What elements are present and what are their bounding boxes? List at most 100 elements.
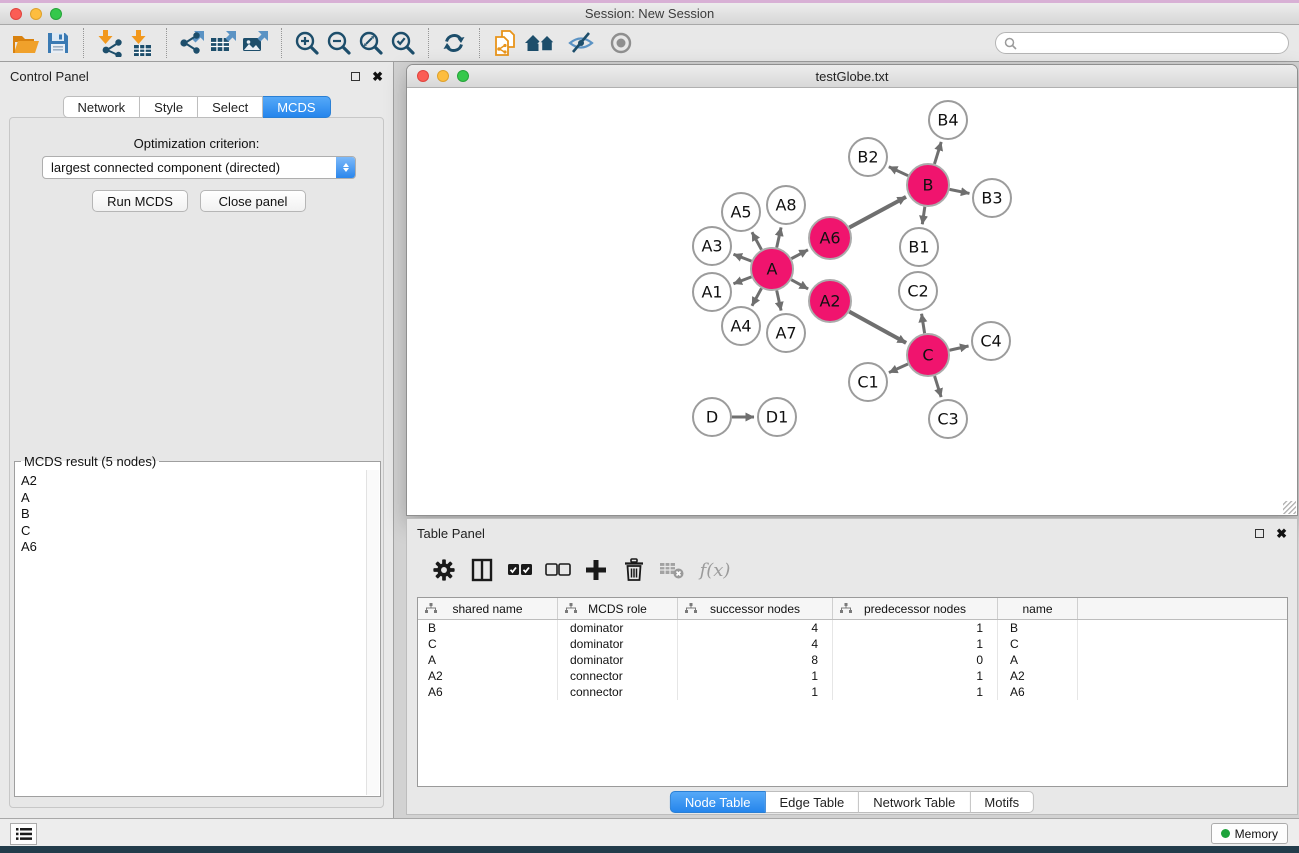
tab-select[interactable]: Select: [198, 96, 263, 118]
graph-node[interactable]: B3: [973, 179, 1011, 217]
clone-network-button[interactable]: [489, 28, 521, 58]
mcds-result-item[interactable]: A6: [21, 539, 380, 556]
table-cell[interactable]: A: [998, 652, 1078, 668]
search-field[interactable]: [995, 32, 1289, 54]
graph-edge[interactable]: [849, 197, 906, 228]
table-cell[interactable]: C: [418, 636, 558, 652]
graph-node[interactable]: A7: [767, 314, 805, 352]
graph-edge[interactable]: [849, 312, 906, 343]
select-all-columns-button[interactable]: [501, 553, 539, 587]
graph-edge[interactable]: [791, 250, 808, 259]
table-cell[interactable]: 1: [833, 620, 998, 636]
zoom-in-button[interactable]: [291, 28, 323, 58]
graph-node[interactable]: A8: [767, 186, 805, 224]
close-table-panel-icon[interactable]: ✖: [1276, 527, 1287, 540]
graph-edge[interactable]: [777, 290, 781, 310]
graph-edge[interactable]: [889, 167, 908, 176]
graph-edge[interactable]: [777, 227, 781, 247]
table-cell[interactable]: B: [418, 620, 558, 636]
hide-panels-button[interactable]: [561, 28, 601, 58]
table-cell[interactable]: dominator: [558, 620, 678, 636]
function-builder-button[interactable]: f(x): [691, 553, 739, 587]
table-cell[interactable]: 4: [678, 620, 833, 636]
tab-motifs[interactable]: Motifs: [970, 791, 1034, 813]
column-header-shared-name[interactable]: shared name: [418, 598, 558, 619]
graph-edge[interactable]: [889, 364, 908, 373]
import-network-button[interactable]: [93, 28, 125, 58]
table-cell[interactable]: dominator: [558, 636, 678, 652]
graph-edge[interactable]: [934, 142, 941, 164]
task-history-button[interactable]: [10, 823, 37, 845]
graph-node[interactable]: B1: [900, 228, 938, 266]
table-cell[interactable]: A6: [998, 684, 1078, 700]
graph-edge[interactable]: [752, 232, 762, 249]
close-panel-button[interactable]: Close panel: [200, 190, 306, 212]
graph-node[interactable]: A1: [693, 273, 731, 311]
memory-button[interactable]: Memory: [1211, 823, 1288, 844]
delete-table-button[interactable]: [653, 553, 691, 587]
zoom-out-button[interactable]: [323, 28, 355, 58]
graph-node[interactable]: C3: [929, 400, 967, 438]
zoom-fit-button[interactable]: [355, 28, 387, 58]
table-cell[interactable]: 1: [678, 668, 833, 684]
table-row[interactable]: A6connector11A6: [418, 684, 1287, 700]
network-canvas[interactable]: B4B2BB3A5A8A6A3AB1A1A2C2A4A7C4CC1DD1C3: [407, 88, 1297, 515]
tab-style[interactable]: Style: [140, 96, 198, 118]
tab-network[interactable]: Network: [62, 96, 140, 118]
graph-node[interactable]: A3: [693, 227, 731, 265]
float-table-panel-icon[interactable]: [1255, 529, 1264, 538]
table-cell[interactable]: A6: [418, 684, 558, 700]
graph-node[interactable]: C1: [849, 363, 887, 401]
open-session-button[interactable]: [10, 28, 42, 58]
float-panel-icon[interactable]: [351, 72, 360, 81]
graph-node[interactable]: D: [693, 398, 731, 436]
optimization-select[interactable]: largest connected component (directed): [42, 156, 356, 179]
table-cell[interactable]: 1: [833, 668, 998, 684]
column-header-predecessor-nodes[interactable]: predecessor nodes: [833, 598, 998, 619]
export-table-button[interactable]: [208, 28, 240, 58]
mcds-result-item[interactable]: B: [21, 506, 380, 523]
import-table-button[interactable]: [125, 28, 157, 58]
graph-node[interactable]: C4: [972, 322, 1010, 360]
search-input[interactable]: [1022, 36, 1280, 50]
table-cell[interactable]: 8: [678, 652, 833, 668]
table-cell[interactable]: connector: [558, 668, 678, 684]
graph-node[interactable]: C: [907, 334, 949, 376]
table-cell[interactable]: connector: [558, 684, 678, 700]
tab-network-table[interactable]: Network Table: [859, 791, 970, 813]
graph-node[interactable]: A: [751, 248, 793, 290]
graph-node[interactable]: D1: [758, 398, 796, 436]
table-cell[interactable]: C: [998, 636, 1078, 652]
graph-node[interactable]: B2: [849, 138, 887, 176]
create-column-button[interactable]: [577, 553, 615, 587]
mcds-result-item[interactable]: A: [21, 490, 380, 507]
graph-node[interactable]: C2: [899, 272, 937, 310]
table-cell[interactable]: A2: [418, 668, 558, 684]
home-button[interactable]: [521, 28, 561, 58]
refresh-view-button[interactable]: [438, 28, 470, 58]
mcds-result-scrollbar[interactable]: [366, 470, 379, 795]
deselect-all-columns-button[interactable]: [539, 553, 577, 587]
graph-node[interactable]: B4: [929, 101, 967, 139]
tab-node-table[interactable]: Node Table: [670, 791, 766, 813]
network-window-titlebar[interactable]: testGlobe.txt: [407, 65, 1297, 88]
table-cell[interactable]: 4: [678, 636, 833, 652]
graph-node[interactable]: A4: [722, 307, 760, 345]
table-cell[interactable]: 1: [678, 684, 833, 700]
graph-node[interactable]: A5: [722, 193, 760, 231]
export-network-button[interactable]: [176, 28, 208, 58]
graph-edge[interactable]: [949, 346, 968, 350]
graph-edge[interactable]: [733, 277, 751, 284]
graph-edge[interactable]: [791, 280, 808, 289]
graph-edge[interactable]: [752, 288, 762, 305]
show-panels-button[interactable]: [601, 28, 641, 58]
table-cell[interactable]: A2: [998, 668, 1078, 684]
close-panel-icon[interactable]: ✖: [372, 70, 383, 83]
column-header-mcds-role[interactable]: MCDS role: [558, 598, 678, 619]
tab-edge-table[interactable]: Edge Table: [765, 791, 859, 813]
graph-edge[interactable]: [733, 254, 751, 261]
table-cell[interactable]: A: [418, 652, 558, 668]
graph-edge[interactable]: [922, 207, 925, 224]
table-cell[interactable]: 1: [833, 684, 998, 700]
table-cell[interactable]: dominator: [558, 652, 678, 668]
